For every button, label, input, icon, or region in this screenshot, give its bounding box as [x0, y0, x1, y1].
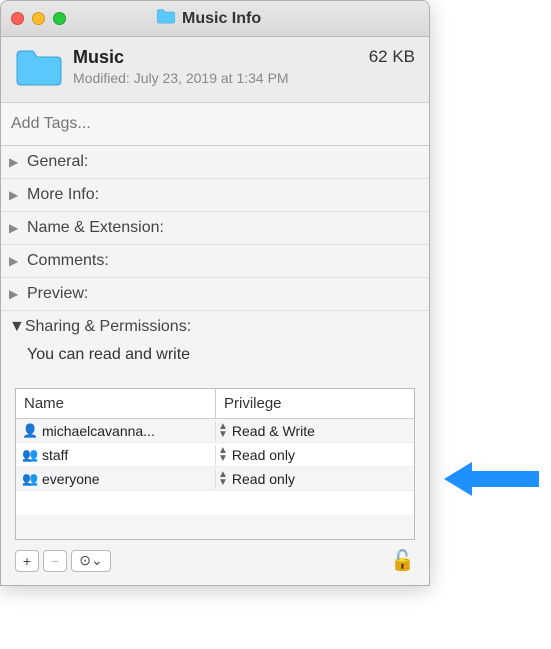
section-label: Comments: [27, 252, 109, 270]
privilege-value: Read only [232, 447, 295, 463]
modified-label: Modified: [73, 70, 130, 86]
section-more-info[interactable]: ▶ More Info: [1, 179, 429, 212]
column-header-privilege[interactable]: Privilege [216, 389, 414, 418]
stepper-icon: ▲▼ [218, 423, 228, 439]
folder-icon [156, 8, 176, 29]
section-general[interactable]: ▶ General: [1, 146, 429, 179]
stepper-icon: ▲▼ [218, 471, 228, 487]
privilege-value: Read only [232, 471, 295, 487]
file-size: 62 KB [369, 47, 415, 67]
privilege-dropdown[interactable]: ▲▼ Read & Write [216, 421, 414, 441]
section-sharing: ▼ Sharing & Permissions: You can read an… [1, 311, 429, 382]
bottom-toolbar: + − ⊙ ⌄ 🔓 [1, 540, 429, 585]
permissions-table: Name Privilege 👤 michaelcavanna... ▲▼ Re… [15, 388, 415, 540]
table-row[interactable]: 👥 staff ▲▼ Read only [16, 443, 414, 467]
titlebar: Music Info [1, 1, 429, 37]
table-row[interactable]: 👥 everyone ▲▼ Read only [16, 467, 414, 491]
section-comments[interactable]: ▶ Comments: [1, 245, 429, 278]
privilege-value: Read & Write [232, 423, 315, 439]
modified-value: July 23, 2019 at 1:34 PM [134, 70, 289, 86]
close-button[interactable] [11, 12, 24, 25]
chevron-right-icon: ▶ [9, 221, 23, 235]
chevron-down-icon: ⌄ [91, 552, 103, 569]
chevron-down-icon: ▼ [9, 318, 25, 336]
lock-icon[interactable]: 🔓 [390, 548, 415, 573]
traffic-lights [11, 12, 66, 25]
table-row[interactable]: 👤 michaelcavanna... ▲▼ Read & Write [16, 419, 414, 443]
section-label: Name & Extension: [27, 219, 164, 237]
info-window: Music Info Music Modified: July 23, 2019… [0, 0, 430, 586]
group-icon: 👥 [22, 447, 38, 463]
section-label: Preview: [27, 285, 88, 303]
section-preview[interactable]: ▶ Preview: [1, 278, 429, 311]
table-header-row: Name Privilege [16, 389, 414, 419]
tags-input[interactable] [1, 103, 429, 146]
gear-icon: ⊙ [79, 552, 91, 569]
section-label: Sharing & Permissions: [25, 318, 191, 336]
action-menu-button[interactable]: ⊙ ⌄ [71, 550, 111, 572]
chevron-right-icon: ▶ [9, 155, 23, 169]
chevron-right-icon: ▶ [9, 188, 23, 202]
file-modified: Modified: July 23, 2019 at 1:34 PM [73, 70, 369, 86]
column-header-name[interactable]: Name [16, 389, 216, 418]
person-icon: 👤 [22, 423, 38, 439]
zoom-button[interactable] [53, 12, 66, 25]
window-title: Music Info [182, 10, 261, 28]
annotation-arrow [444, 454, 544, 509]
sharing-message: You can read and write [9, 336, 415, 372]
chevron-right-icon: ▶ [9, 287, 23, 301]
empty-row [16, 491, 414, 515]
minimize-button[interactable] [32, 12, 45, 25]
empty-row [16, 515, 414, 539]
stepper-icon: ▲▼ [218, 447, 228, 463]
chevron-right-icon: ▶ [9, 254, 23, 268]
user-name: staff [42, 447, 68, 463]
section-label: More Info: [27, 186, 99, 204]
people-icon: 👥 [22, 471, 38, 487]
section-label: General: [27, 153, 88, 171]
privilege-dropdown[interactable]: ▲▼ Read only [216, 469, 414, 489]
folder-icon-large [15, 47, 63, 92]
section-name-extension[interactable]: ▶ Name & Extension: [1, 212, 429, 245]
section-sharing-header[interactable]: ▼ Sharing & Permissions: [9, 318, 415, 336]
privilege-dropdown[interactable]: ▲▼ Read only [216, 445, 414, 465]
remove-button[interactable]: − [43, 550, 67, 572]
file-header: Music Modified: July 23, 2019 at 1:34 PM… [1, 37, 429, 103]
user-name: michaelcavanna... [42, 423, 155, 439]
user-name: everyone [42, 471, 100, 487]
add-button[interactable]: + [15, 550, 39, 572]
file-name: Music [73, 47, 369, 68]
